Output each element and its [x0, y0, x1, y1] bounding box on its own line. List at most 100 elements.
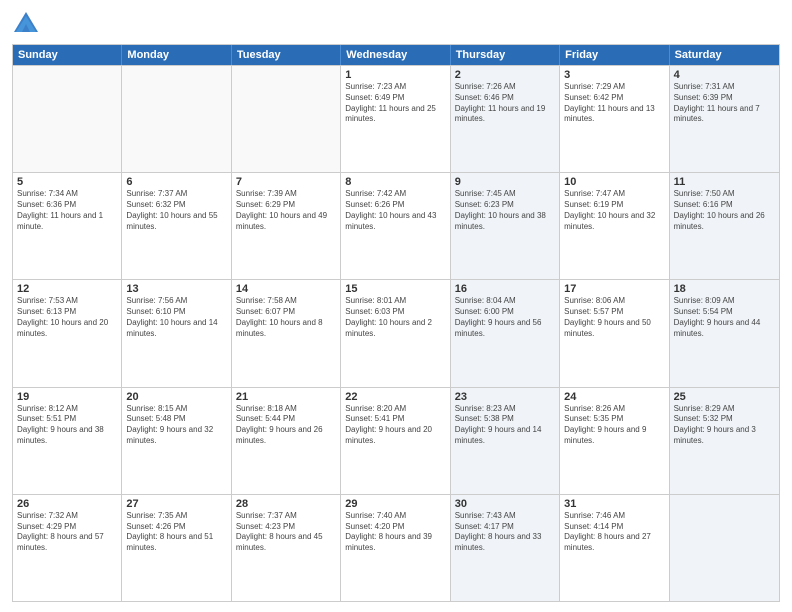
calendar-cell: 11Sunrise: 7:50 AM Sunset: 6:16 PM Dayli…: [670, 173, 779, 279]
day-number: 8: [345, 176, 445, 188]
calendar-cell: 30Sunrise: 7:43 AM Sunset: 4:17 PM Dayli…: [451, 495, 560, 601]
calendar-cell: 29Sunrise: 7:40 AM Sunset: 4:20 PM Dayli…: [341, 495, 450, 601]
calendar-cell: 3Sunrise: 7:29 AM Sunset: 6:42 PM Daylig…: [560, 66, 669, 172]
cell-text: Sunrise: 7:47 AM Sunset: 6:19 PM Dayligh…: [564, 189, 664, 232]
day-number: 16: [455, 283, 555, 295]
calendar-cell: 12Sunrise: 7:53 AM Sunset: 6:13 PM Dayli…: [13, 280, 122, 386]
cell-text: Sunrise: 7:37 AM Sunset: 6:32 PM Dayligh…: [126, 189, 226, 232]
calendar-cell: 10Sunrise: 7:47 AM Sunset: 6:19 PM Dayli…: [560, 173, 669, 279]
page: SundayMondayTuesdayWednesdayThursdayFrid…: [0, 0, 792, 612]
cell-text: Sunrise: 7:29 AM Sunset: 6:42 PM Dayligh…: [564, 82, 664, 125]
calendar-cell: [122, 66, 231, 172]
weekday-header: Friday: [560, 45, 669, 65]
calendar-header: SundayMondayTuesdayWednesdayThursdayFrid…: [13, 45, 779, 65]
calendar-cell: 19Sunrise: 8:12 AM Sunset: 5:51 PM Dayli…: [13, 388, 122, 494]
calendar-cell: 28Sunrise: 7:37 AM Sunset: 4:23 PM Dayli…: [232, 495, 341, 601]
day-number: 17: [564, 283, 664, 295]
calendar-cell: 4Sunrise: 7:31 AM Sunset: 6:39 PM Daylig…: [670, 66, 779, 172]
calendar-cell: 22Sunrise: 8:20 AM Sunset: 5:41 PM Dayli…: [341, 388, 450, 494]
cell-text: Sunrise: 7:45 AM Sunset: 6:23 PM Dayligh…: [455, 189, 555, 232]
day-number: 13: [126, 283, 226, 295]
cell-text: Sunrise: 7:43 AM Sunset: 4:17 PM Dayligh…: [455, 511, 555, 554]
calendar-cell: 6Sunrise: 7:37 AM Sunset: 6:32 PM Daylig…: [122, 173, 231, 279]
calendar-cell: 16Sunrise: 8:04 AM Sunset: 6:00 PM Dayli…: [451, 280, 560, 386]
day-number: 23: [455, 391, 555, 403]
cell-text: Sunrise: 8:01 AM Sunset: 6:03 PM Dayligh…: [345, 296, 445, 339]
calendar-cell: 2Sunrise: 7:26 AM Sunset: 6:46 PM Daylig…: [451, 66, 560, 172]
calendar-cell: 20Sunrise: 8:15 AM Sunset: 5:48 PM Dayli…: [122, 388, 231, 494]
cell-text: Sunrise: 7:40 AM Sunset: 4:20 PM Dayligh…: [345, 511, 445, 554]
calendar-cell: 26Sunrise: 7:32 AM Sunset: 4:29 PM Dayli…: [13, 495, 122, 601]
day-number: 6: [126, 176, 226, 188]
calendar-cell: 17Sunrise: 8:06 AM Sunset: 5:57 PM Dayli…: [560, 280, 669, 386]
day-number: 19: [17, 391, 117, 403]
cell-text: Sunrise: 7:56 AM Sunset: 6:10 PM Dayligh…: [126, 296, 226, 339]
day-number: 1: [345, 69, 445, 81]
day-number: 21: [236, 391, 336, 403]
cell-text: Sunrise: 8:12 AM Sunset: 5:51 PM Dayligh…: [17, 404, 117, 447]
calendar-cell: 24Sunrise: 8:26 AM Sunset: 5:35 PM Dayli…: [560, 388, 669, 494]
calendar-cell: 7Sunrise: 7:39 AM Sunset: 6:29 PM Daylig…: [232, 173, 341, 279]
calendar: SundayMondayTuesdayWednesdayThursdayFrid…: [12, 44, 780, 602]
calendar-cell: 31Sunrise: 7:46 AM Sunset: 4:14 PM Dayli…: [560, 495, 669, 601]
day-number: 5: [17, 176, 117, 188]
day-number: 20: [126, 391, 226, 403]
calendar-cell: 15Sunrise: 8:01 AM Sunset: 6:03 PM Dayli…: [341, 280, 450, 386]
day-number: 26: [17, 498, 117, 510]
calendar-cell: 23Sunrise: 8:23 AM Sunset: 5:38 PM Dayli…: [451, 388, 560, 494]
day-number: 10: [564, 176, 664, 188]
cell-text: Sunrise: 7:32 AM Sunset: 4:29 PM Dayligh…: [17, 511, 117, 554]
weekday-header: Wednesday: [341, 45, 450, 65]
day-number: 29: [345, 498, 445, 510]
logo-icon: [12, 10, 40, 38]
cell-text: Sunrise: 7:37 AM Sunset: 4:23 PM Dayligh…: [236, 511, 336, 554]
calendar-cell: 25Sunrise: 8:29 AM Sunset: 5:32 PM Dayli…: [670, 388, 779, 494]
day-number: 12: [17, 283, 117, 295]
cell-text: Sunrise: 8:06 AM Sunset: 5:57 PM Dayligh…: [564, 296, 664, 339]
day-number: 9: [455, 176, 555, 188]
cell-text: Sunrise: 8:04 AM Sunset: 6:00 PM Dayligh…: [455, 296, 555, 339]
day-number: 15: [345, 283, 445, 295]
calendar-cell: 9Sunrise: 7:45 AM Sunset: 6:23 PM Daylig…: [451, 173, 560, 279]
cell-text: Sunrise: 8:26 AM Sunset: 5:35 PM Dayligh…: [564, 404, 664, 447]
day-number: 7: [236, 176, 336, 188]
calendar-cell: [232, 66, 341, 172]
cell-text: Sunrise: 7:50 AM Sunset: 6:16 PM Dayligh…: [674, 189, 775, 232]
day-number: 18: [674, 283, 775, 295]
calendar-cell: 5Sunrise: 7:34 AM Sunset: 6:36 PM Daylig…: [13, 173, 122, 279]
calendar-cell: 8Sunrise: 7:42 AM Sunset: 6:26 PM Daylig…: [341, 173, 450, 279]
calendar-cell: [670, 495, 779, 601]
day-number: 24: [564, 391, 664, 403]
weekday-header: Monday: [122, 45, 231, 65]
calendar-row: 12Sunrise: 7:53 AM Sunset: 6:13 PM Dayli…: [13, 279, 779, 386]
weekday-header: Saturday: [670, 45, 779, 65]
header: [12, 10, 780, 38]
calendar-cell: 13Sunrise: 7:56 AM Sunset: 6:10 PM Dayli…: [122, 280, 231, 386]
calendar-row: 19Sunrise: 8:12 AM Sunset: 5:51 PM Dayli…: [13, 387, 779, 494]
logo: [12, 10, 44, 38]
cell-text: Sunrise: 8:20 AM Sunset: 5:41 PM Dayligh…: [345, 404, 445, 447]
weekday-header: Tuesday: [232, 45, 341, 65]
calendar-cell: 21Sunrise: 8:18 AM Sunset: 5:44 PM Dayli…: [232, 388, 341, 494]
calendar-cell: 18Sunrise: 8:09 AM Sunset: 5:54 PM Dayli…: [670, 280, 779, 386]
cell-text: Sunrise: 7:39 AM Sunset: 6:29 PM Dayligh…: [236, 189, 336, 232]
cell-text: Sunrise: 7:31 AM Sunset: 6:39 PM Dayligh…: [674, 82, 775, 125]
calendar-row: 5Sunrise: 7:34 AM Sunset: 6:36 PM Daylig…: [13, 172, 779, 279]
calendar-row: 1Sunrise: 7:23 AM Sunset: 6:49 PM Daylig…: [13, 65, 779, 172]
cell-text: Sunrise: 7:46 AM Sunset: 4:14 PM Dayligh…: [564, 511, 664, 554]
day-number: 28: [236, 498, 336, 510]
calendar-row: 26Sunrise: 7:32 AM Sunset: 4:29 PM Dayli…: [13, 494, 779, 601]
cell-text: Sunrise: 7:26 AM Sunset: 6:46 PM Dayligh…: [455, 82, 555, 125]
day-number: 4: [674, 69, 775, 81]
calendar-cell: [13, 66, 122, 172]
calendar-cell: 27Sunrise: 7:35 AM Sunset: 4:26 PM Dayli…: [122, 495, 231, 601]
cell-text: Sunrise: 7:53 AM Sunset: 6:13 PM Dayligh…: [17, 296, 117, 339]
calendar-body: 1Sunrise: 7:23 AM Sunset: 6:49 PM Daylig…: [13, 65, 779, 601]
day-number: 14: [236, 283, 336, 295]
day-number: 3: [564, 69, 664, 81]
weekday-header: Sunday: [13, 45, 122, 65]
day-number: 11: [674, 176, 775, 188]
calendar-cell: 1Sunrise: 7:23 AM Sunset: 6:49 PM Daylig…: [341, 66, 450, 172]
cell-text: Sunrise: 8:09 AM Sunset: 5:54 PM Dayligh…: [674, 296, 775, 339]
cell-text: Sunrise: 7:23 AM Sunset: 6:49 PM Dayligh…: [345, 82, 445, 125]
